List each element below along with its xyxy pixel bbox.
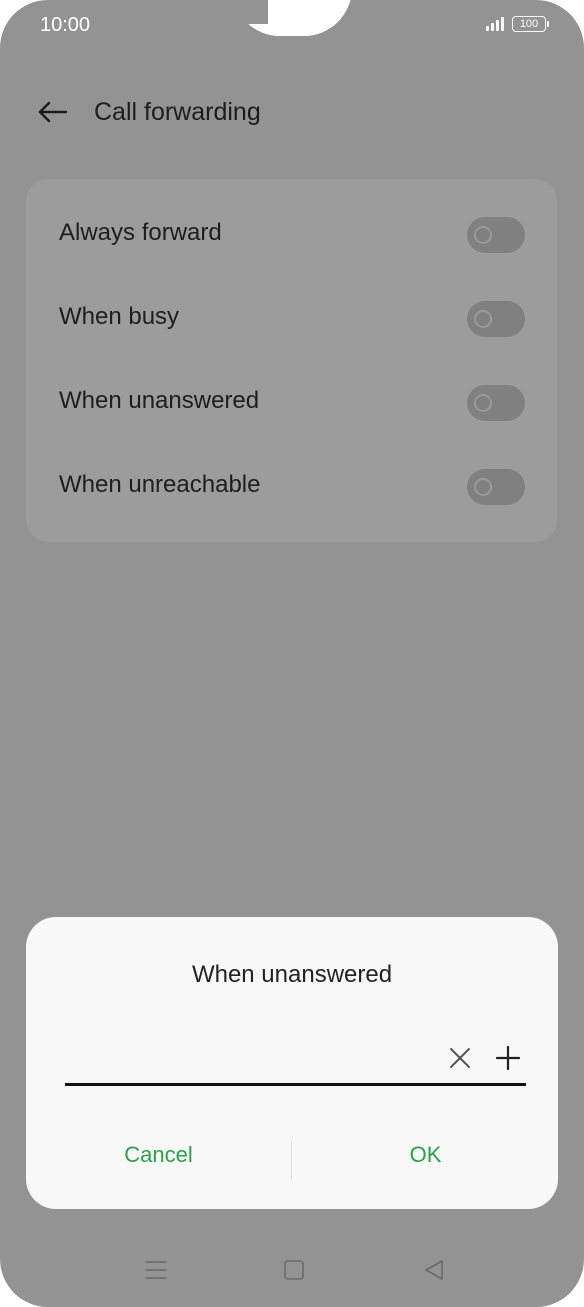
option-when-busy[interactable]: When busy <box>26 277 557 361</box>
switch-knob <box>474 478 492 496</box>
add-contact-button[interactable] <box>493 1043 523 1073</box>
option-label: When busy <box>59 303 180 330</box>
switch-knob <box>474 226 492 244</box>
camera-notch <box>232 0 352 36</box>
when-unanswered-switch[interactable] <box>467 385 525 421</box>
home-button[interactable] <box>274 1253 314 1287</box>
phone-number-input[interactable] <box>65 1037 435 1081</box>
clear-button[interactable] <box>445 1043 475 1073</box>
back-nav-button[interactable] <box>414 1253 454 1287</box>
close-icon <box>450 1048 470 1068</box>
option-always-forward[interactable]: Always forward <box>26 193 557 277</box>
battery-level: 100 <box>519 18 539 30</box>
option-label: Always forward <box>59 219 222 246</box>
dialog-title: When unanswered <box>191 961 393 988</box>
triangle-back-icon <box>425 1260 443 1280</box>
back-button[interactable] <box>30 92 74 132</box>
status-icons: 100 <box>486 16 549 32</box>
forward-number-dialog: When unanswered Cancel OK <box>26 917 558 1209</box>
arrow-left-icon <box>38 101 68 123</box>
option-when-unanswered[interactable]: When unanswered <box>26 361 557 445</box>
call-forwarding-options: Always forward When busy When unanswered… <box>26 179 557 542</box>
option-when-unreachable[interactable]: When unreachable <box>26 445 557 529</box>
switch-knob <box>474 394 492 412</box>
option-label: When unanswered <box>59 387 260 414</box>
ok-button[interactable]: OK <box>293 1127 558 1183</box>
when-unreachable-switch[interactable] <box>467 469 525 505</box>
plus-icon <box>496 1046 520 1070</box>
always-forward-switch[interactable] <box>467 217 525 253</box>
cancel-button[interactable]: Cancel <box>26 1127 291 1183</box>
when-busy-switch[interactable] <box>467 301 525 337</box>
phone-screen: 10:00 100 Call forwarding Always forward… <box>0 0 584 1307</box>
system-navigation-bar <box>0 1245 584 1295</box>
battery-icon: 100 <box>512 16 549 32</box>
square-icon <box>284 1260 304 1280</box>
page-title: Call forwarding <box>94 98 261 126</box>
menu-icon <box>145 1261 167 1279</box>
switch-knob <box>474 310 492 328</box>
app-header: Call forwarding <box>0 86 584 138</box>
option-label: When unreachable <box>59 471 261 498</box>
phone-number-input-row <box>65 1037 526 1086</box>
signal-icon <box>486 17 504 31</box>
status-time: 10:00 <box>40 14 91 36</box>
recent-apps-button[interactable] <box>136 1253 176 1287</box>
button-divider <box>291 1141 292 1181</box>
